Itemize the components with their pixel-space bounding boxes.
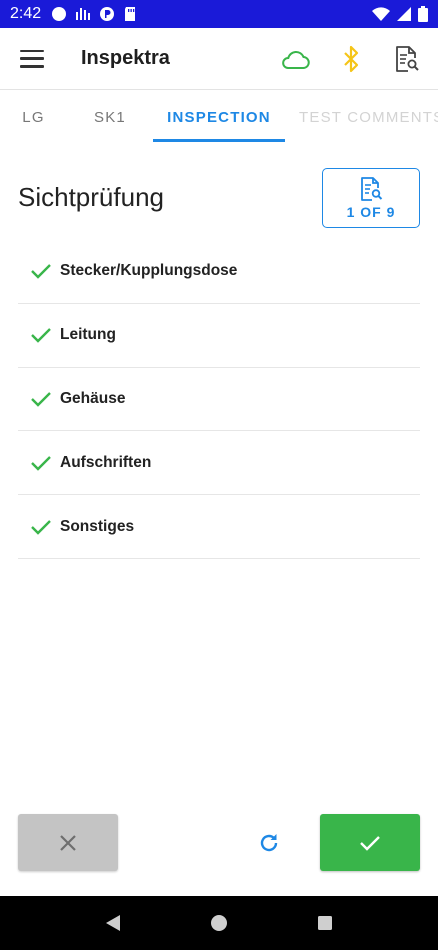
status-bar: 2:42 [0,0,438,28]
checkmark-icon [30,516,52,538]
home-button[interactable] [199,903,239,943]
battery-icon [418,6,428,22]
app-bar: Inspektra [0,28,438,90]
list-item[interactable]: Gehäuse [18,368,420,432]
recents-button[interactable] [305,903,345,943]
list-item-label: Aufschriften [60,453,152,471]
tab-lg[interactable]: LG [0,90,67,144]
inspection-checklist: Stecker/Kupplungsdose Leitung Gehäuse Au… [18,240,420,559]
bluetooth-button[interactable] [336,44,366,74]
close-icon [60,834,76,851]
cellular-icon [397,7,411,21]
menu-icon[interactable] [20,49,44,68]
document-search-icon [396,45,419,72]
back-triangle-icon [106,915,120,931]
app-actions [280,44,422,74]
page-indicator-label: 1 OF 9 [346,204,396,220]
status-system-icons [372,6,428,22]
tab-test-comments[interactable]: TEST COMMENTS [285,90,438,144]
sd-card-icon [125,7,136,21]
checkmark-icon [30,388,52,410]
list-item[interactable]: Leitung [18,304,420,368]
system-nav-bar [0,896,438,950]
bluetooth-icon [344,45,359,72]
checkmark-icon [360,835,380,851]
home-circle-icon [211,915,227,931]
document-search-icon [361,177,383,201]
list-item-label: Stecker/Kupplungsdose [60,262,238,280]
cancel-button[interactable] [18,814,118,871]
tab-inspection[interactable]: INSPECTION [153,90,285,144]
recents-square-icon [318,916,332,930]
list-item-label: Leitung [60,326,116,344]
confirm-button[interactable] [320,814,420,871]
list-item[interactable]: Aufschriften [18,431,420,496]
checkmark-icon [30,260,52,282]
status-notification-icons [51,6,137,22]
checkmark-icon [30,324,52,346]
app-notification-icon [100,7,115,21]
tab-sk1[interactable]: SK1 [67,90,153,144]
back-button[interactable] [93,903,133,943]
list-item-label: Sonstiges [60,517,135,535]
cloud-icon [282,50,310,69]
status-time: 2:42 [10,5,42,22]
cloud-sync-button[interactable] [280,44,310,74]
app-title: Inspektra [81,47,170,69]
list-item-label: Gehäuse [60,389,126,407]
list-item[interactable]: Stecker/Kupplungsdose [18,240,420,304]
signal-bars-icon [76,8,91,20]
circle-notification-icon [52,7,67,21]
wifi-icon [372,7,390,21]
report-button[interactable] [392,44,422,74]
page-indicator-button[interactable]: 1 OF 9 [322,168,420,228]
list-item[interactable]: Sonstiges [18,495,420,559]
section-title: Sichtprüfung [18,182,164,212]
checkmark-icon [30,452,52,474]
refresh-button[interactable] [252,826,286,860]
tab-bar: LG SK1 INSPECTION TEST COMMENTS [0,90,438,144]
refresh-icon [260,834,278,852]
